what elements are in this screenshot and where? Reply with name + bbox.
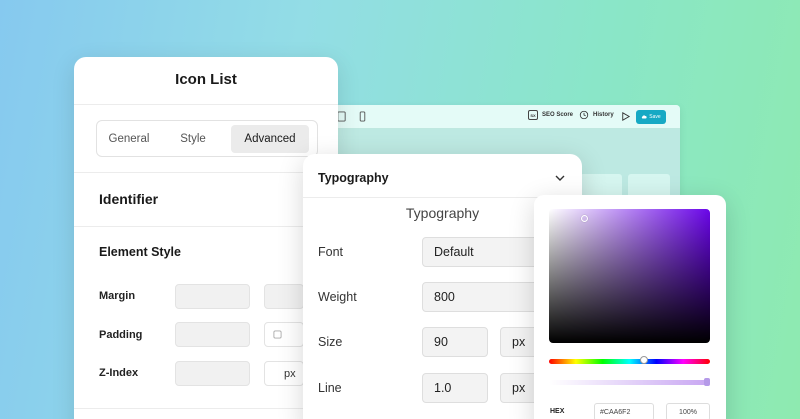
chevron-down-icon[interactable] bbox=[554, 172, 566, 184]
font-label: Font bbox=[318, 245, 344, 259]
play-icon[interactable] bbox=[620, 111, 631, 122]
z-index-unit-select[interactable]: px bbox=[264, 361, 304, 386]
size-label: Size bbox=[318, 335, 343, 349]
margin-label: Margin bbox=[99, 290, 136, 302]
element-style-heading[interactable]: Element Style bbox=[99, 245, 181, 259]
tab-advanced[interactable]: Advanced bbox=[231, 125, 309, 153]
color-picker-panel: HEX #CAA6F2 100% bbox=[534, 195, 726, 419]
margin-unit-input[interactable] bbox=[264, 284, 304, 309]
tab-style[interactable]: Style bbox=[171, 125, 215, 153]
z-index-input[interactable] bbox=[175, 361, 250, 386]
line-height-input[interactable]: 1.0 bbox=[422, 373, 488, 403]
alpha-slider-handle[interactable] bbox=[704, 378, 710, 386]
padding-input[interactable] bbox=[175, 322, 250, 347]
margin-input[interactable] bbox=[175, 284, 250, 309]
divider bbox=[74, 226, 338, 227]
history-button[interactable]: History bbox=[579, 110, 614, 120]
icon-list-panel: Icon List General Style Advanced Identif… bbox=[74, 57, 338, 419]
history-label: History bbox=[593, 112, 614, 118]
hue-slider[interactable] bbox=[549, 359, 710, 364]
save-button[interactable]: Save bbox=[636, 110, 666, 124]
tab-general[interactable]: General bbox=[103, 125, 155, 153]
padding-label: Padding bbox=[99, 329, 143, 341]
seo-score-label: SEO Score bbox=[542, 112, 574, 118]
settings-tabs: General Style Advanced bbox=[96, 120, 318, 157]
editor-toolbar: SX SEO Score History Save bbox=[318, 105, 680, 129]
typography-header[interactable]: Typography bbox=[318, 171, 389, 185]
color-cursor-handle[interactable] bbox=[581, 215, 588, 222]
hex-label: HEX bbox=[550, 408, 565, 415]
divider bbox=[74, 172, 338, 173]
hex-input[interactable]: #CAA6F2 bbox=[594, 403, 654, 419]
z-index-label: Z-Index bbox=[99, 367, 139, 379]
seo-badge-icon: SX bbox=[528, 110, 538, 120]
divider bbox=[74, 104, 338, 105]
save-label: Save bbox=[649, 114, 661, 120]
padding-link-toggle[interactable] bbox=[264, 322, 304, 347]
identifier-heading[interactable]: Identifier bbox=[99, 191, 158, 207]
mobile-icon[interactable] bbox=[357, 111, 368, 122]
weight-label: Weight bbox=[318, 290, 357, 304]
seo-score-button[interactable]: SX SEO Score bbox=[528, 110, 573, 120]
panel-title: Icon List bbox=[175, 71, 237, 88]
history-icon bbox=[579, 110, 589, 120]
line-label: Line bbox=[318, 381, 342, 395]
divider bbox=[74, 408, 338, 409]
size-input[interactable]: 90 bbox=[422, 327, 488, 357]
alpha-input[interactable]: 100% bbox=[666, 403, 710, 419]
alpha-slider[interactable] bbox=[549, 380, 710, 385]
cloud-icon bbox=[642, 115, 647, 119]
square-icon bbox=[272, 330, 282, 339]
saturation-value-area[interactable] bbox=[549, 209, 710, 343]
hue-slider-handle[interactable] bbox=[640, 356, 648, 364]
